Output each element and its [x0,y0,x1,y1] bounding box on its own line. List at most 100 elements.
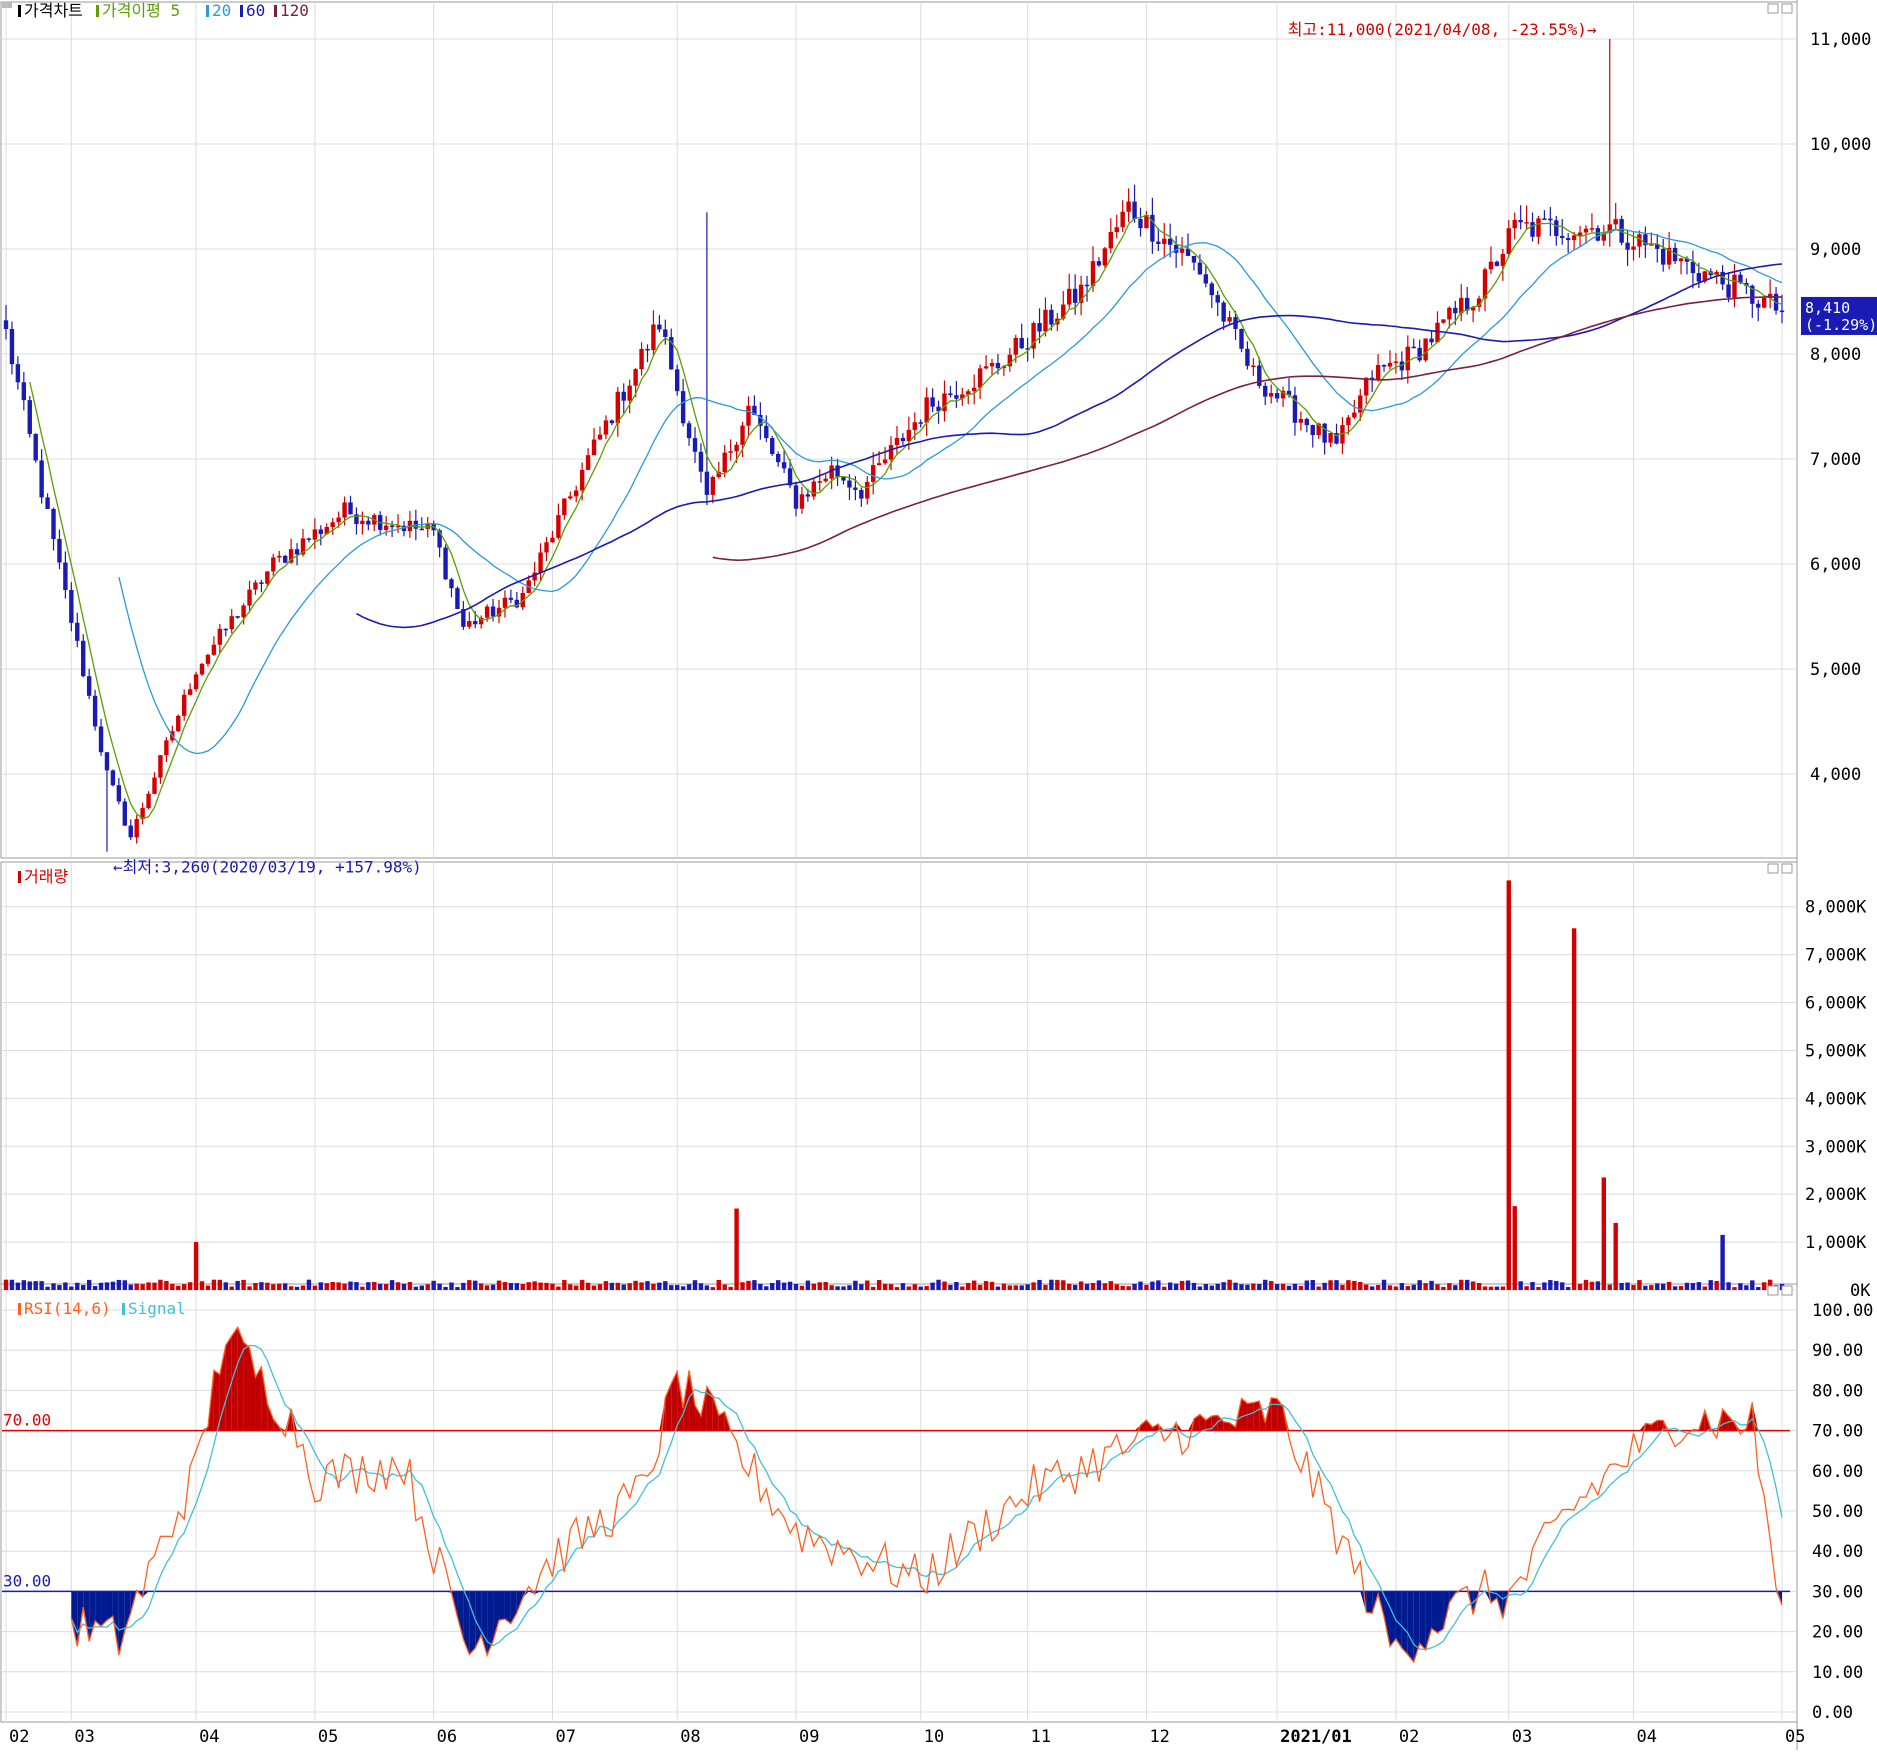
volume-bar [1001,1283,1007,1290]
volume-bar [1090,1283,1096,1290]
volume-bar [419,1285,424,1290]
rsi-y-tick: 30.00 [1812,1582,1863,1602]
volume-bar [1286,1285,1292,1290]
volume-bar [502,1281,508,1290]
volume-bar [799,1285,805,1290]
volume-bar [205,1285,211,1290]
volume-bar [1292,1283,1298,1290]
volume-bar [871,1286,876,1290]
candle-body [383,525,389,530]
candle-body [1043,309,1048,332]
volume-bar [882,1283,888,1290]
volume-bar [1672,1286,1678,1290]
candle-body [680,391,686,424]
rsi-overbought-fill [243,1342,250,1431]
candle-body [1227,317,1232,322]
candle-body [603,420,609,435]
volume-bar [692,1280,698,1290]
panel-close-button[interactable] [1781,1285,1793,1296]
candle-body [342,502,347,518]
volume-bar [793,1283,799,1290]
candle-body [781,462,787,469]
panel-close-button[interactable] [1781,3,1793,14]
volume-bar [758,1283,763,1290]
volume-bar [1702,1286,1707,1290]
candle-body [92,695,98,727]
rsi-oversold-fill [89,1591,96,1642]
candle-body [609,420,615,424]
volume-bar [1245,1284,1250,1290]
x-tick-label: 08 [680,1727,700,1747]
volume-bar [1322,1282,1327,1290]
price-y-tick: 11,000 [1810,30,1871,50]
candle-body [627,385,632,401]
volume-bar [1061,1280,1066,1290]
candle-body [1536,218,1541,237]
volume-bar [764,1286,769,1290]
candle-body [1524,222,1529,224]
volume-bar [1007,1285,1013,1290]
volume-bar [1661,1283,1666,1290]
x-tick-label: 12 [1149,1727,1169,1747]
volume-y-tick: 3,000K [1805,1137,1867,1157]
volume-bar [140,1284,145,1290]
volume-bar [1179,1280,1185,1290]
candle-body [205,654,211,664]
candle-body [1072,288,1078,303]
candle-body [33,433,38,461]
volume-bar [1690,1283,1696,1290]
volume-bar [1387,1285,1393,1290]
rsi-legend-marker [18,1303,21,1315]
candle-body [473,621,478,625]
candle-body [1678,258,1684,262]
volume-bar [1173,1283,1179,1290]
volume-bar [1399,1283,1405,1290]
candle-body [633,369,638,386]
candle-body [1251,365,1256,368]
candle-body [1322,423,1327,443]
volume-bar [532,1281,537,1290]
candle-body [811,481,817,497]
volume-bar [1239,1284,1244,1290]
volume-bar [621,1284,626,1290]
x-tick-label: 2021/01 [1280,1727,1352,1747]
candle-body [1542,218,1547,220]
candle-body [579,469,585,491]
volume-bar [948,1284,953,1290]
candle-body [57,538,62,563]
volume-bar [674,1284,680,1290]
volume-bar [1191,1282,1197,1290]
volume-bar [401,1283,407,1290]
rsi-overbought-fill [695,1405,701,1431]
volume-bar [1197,1286,1203,1290]
volume-y-tick: 7,000K [1805,946,1867,966]
candle-body [912,422,917,430]
candle-body [1013,337,1018,355]
panel-minimize-button[interactable] [1767,1285,1779,1296]
panel-minimize-button[interactable] [1767,863,1779,874]
candle-body [443,547,448,580]
volume-bar [282,1283,288,1290]
price-panel-frame [0,1,1798,859]
panel-minimize-button[interactable] [1767,3,1779,14]
volume-bar [288,1286,294,1290]
volume-bar [936,1279,941,1290]
volume-bar [1251,1283,1256,1290]
candle-body [924,397,929,423]
panel-close-button[interactable] [1781,863,1793,874]
volume-bar [253,1283,258,1290]
volume-bar [187,1282,193,1290]
volume-bar [1156,1280,1161,1290]
rsi-y-tick: 20.00 [1812,1623,1863,1643]
candle-body [39,460,44,498]
candle-body [1530,222,1535,237]
volume-bar [443,1286,448,1290]
candle-body [1096,261,1102,266]
candle-body [1364,377,1369,396]
candle-body [467,621,472,627]
volume-bar [81,1284,86,1290]
candle-body [585,455,591,470]
candle-body [787,468,793,486]
x-tick-label: 03 [1512,1727,1532,1747]
panel-handle-icon[interactable] [2,2,12,8]
